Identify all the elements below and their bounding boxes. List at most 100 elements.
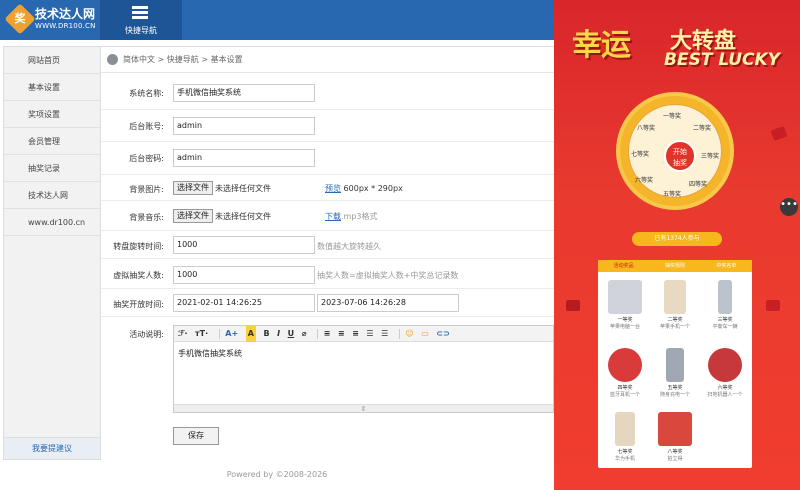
system-name-input[interactable]: 手机微信抽奖系统 bbox=[173, 84, 315, 102]
bg-image-preview-link[interactable]: 预览 bbox=[325, 184, 341, 193]
sidebar-item-records[interactable]: 抽奖记录 bbox=[4, 155, 100, 182]
bg-image-status: 未选择任何文件 bbox=[215, 184, 271, 193]
main-panel: 简体中文 > 快捷导航 > 基本设置 系统名称: 手机微信抽奖系统 后台账号: … bbox=[101, 46, 554, 460]
breadcrumb-text[interactable]: 简体中文 > 快捷导航 > 基本设置 bbox=[123, 55, 243, 64]
gift-icon bbox=[770, 125, 788, 142]
prize-item: 四等奖 蓝牙耳机一个 bbox=[602, 348, 648, 398]
open-time-start-input[interactable]: 2021-02-01 14:26:25 bbox=[173, 294, 315, 312]
bg-music-format-hint: .mp3格式 bbox=[341, 212, 378, 221]
promo-preview: 幸运 大转盘 BEST LUCKY 一等奖 二等奖 三等奖 四等奖 五等奖 六等… bbox=[554, 0, 800, 490]
admin-account-input[interactable]: admin bbox=[173, 117, 315, 135]
bg-image-choose-button[interactable]: 选择文件 bbox=[173, 181, 213, 195]
logo[interactable]: 奖 技术达人网 WWW.DR100.CN bbox=[0, 0, 100, 40]
row-spin-time: 转盘旋转时间: 1000 数值越大旋转越久 bbox=[101, 231, 554, 259]
sidebar-item-members[interactable]: 会员管理 bbox=[4, 128, 100, 155]
wheel-prize-6: 六等奖 bbox=[635, 177, 654, 184]
phone-icon bbox=[615, 412, 635, 446]
gift-icon bbox=[566, 300, 580, 311]
promo-title-lucky: 幸运 bbox=[572, 28, 631, 63]
logo-title: 技术达人网 bbox=[35, 7, 96, 21]
row-bg-image: 背景图片: 选择文件 未选择任何文件 预览 600px * 290px bbox=[101, 175, 554, 201]
bg-music-status: 未选择任何文件 bbox=[215, 212, 271, 221]
align-right-icon[interactable]: ≡ bbox=[352, 326, 359, 342]
row-virtual-count: 虚拟抽奖人数: 1000 抽奖人数=虚拟抽奖人数+中奖总记录数 bbox=[101, 259, 554, 289]
sidebar-item-site[interactable]: 技术达人网 bbox=[4, 182, 100, 209]
align-center-icon[interactable]: ≡ bbox=[338, 326, 345, 342]
tab-prizes[interactable]: 活动奖品 bbox=[598, 260, 649, 272]
virtual-count-input[interactable]: 1000 bbox=[173, 266, 315, 284]
editor-toolbar: ℱ· ᴛT· A+ A B I U ⌀ ≡ ≡ ≡ ☰ ☰ ☺ ▭ ⊂⊃ bbox=[174, 326, 553, 342]
prize-item: 八等奖 拍立得 bbox=[652, 412, 698, 462]
footer: Powered by ©2008-2026 bbox=[226, 470, 328, 479]
ordered-list-icon[interactable]: ☰ bbox=[366, 326, 373, 342]
more-options-button[interactable]: ••• bbox=[780, 198, 798, 216]
logo-mark-text: 奖 bbox=[14, 12, 26, 25]
image-icon[interactable]: ▭ bbox=[421, 326, 429, 342]
prize-wheel[interactable]: 一等奖 二等奖 三等奖 四等奖 五等奖 六等奖 七等奖 八等奖 开始 抽奖 bbox=[616, 92, 734, 210]
camera-icon bbox=[658, 412, 692, 446]
tab-winners[interactable]: 中奖名单 bbox=[701, 260, 752, 272]
admin-password-input[interactable]: admin bbox=[173, 149, 315, 167]
bg-image-hint-group: 预览 600px * 290px bbox=[325, 183, 403, 194]
prize-tabs: 活动奖品 抽奖规则 中奖名单 bbox=[598, 260, 752, 272]
admin-account-label: 后台账号: bbox=[129, 122, 164, 131]
italic-button[interactable]: I bbox=[277, 326, 280, 342]
sidebar-item-basic-settings[interactable]: 基本设置 bbox=[4, 74, 100, 101]
clear-format-icon[interactable]: ⌀ bbox=[302, 326, 307, 342]
wheel-prize-8: 八等奖 bbox=[637, 125, 656, 132]
row-system-name: 系统名称: 手机微信抽奖系统 bbox=[101, 74, 554, 110]
align-left-icon[interactable]: ≡ bbox=[324, 326, 331, 342]
sidebar-item-home[interactable]: 网站首页 bbox=[4, 47, 100, 74]
bg-music-choose-button[interactable]: 选择文件 bbox=[173, 209, 213, 223]
sidebar-item-prize-settings[interactable]: 奖项设置 bbox=[4, 101, 100, 128]
feedback-link[interactable]: 我要提建议 bbox=[4, 437, 100, 459]
tab-rules[interactable]: 抽奖规则 bbox=[649, 260, 700, 272]
spin-time-label: 转盘旋转时间: bbox=[113, 242, 164, 251]
spin-time-input[interactable]: 1000 bbox=[173, 236, 315, 254]
font-family-button[interactable]: ℱ· bbox=[178, 326, 188, 342]
description-label: 活动说明: bbox=[129, 330, 164, 339]
underline-button[interactable]: U bbox=[288, 326, 295, 342]
editor-content[interactable]: 手机微信抽奖系统 bbox=[174, 342, 553, 365]
participants-bar: 已有1374人参与 bbox=[632, 232, 722, 246]
font-size-button[interactable]: ᴛT· bbox=[195, 326, 208, 342]
open-time-end-input[interactable]: 2023-07-06 14:26:28 bbox=[317, 294, 459, 312]
virtual-count-hint: 抽奖人数=虚拟抽奖人数+中奖总记录数 bbox=[317, 271, 459, 280]
prize-item: 五等奖 随身充电一个 bbox=[652, 348, 698, 398]
power-bank-icon bbox=[666, 348, 684, 382]
top-header: 奖 技术达人网 WWW.DR100.CN 快捷导航 bbox=[0, 0, 554, 40]
phone-icon bbox=[664, 280, 686, 314]
bg-music-download-link[interactable]: 下载 bbox=[325, 212, 341, 221]
wheel-prize-3: 三等奖 bbox=[701, 153, 720, 160]
bg-image-label: 背景图片: bbox=[129, 185, 164, 194]
sidebar: 网站首页 基本设置 奖项设置 会员管理 抽奖记录 技术达人网 www.dr100… bbox=[3, 46, 101, 460]
wheel-prize-2: 二等奖 bbox=[693, 125, 712, 132]
unordered-list-icon[interactable]: ☰ bbox=[381, 326, 388, 342]
emoticon-icon[interactable]: ☺ bbox=[405, 326, 413, 342]
prize-item: 二等奖 苹果手机一个 bbox=[652, 280, 698, 330]
save-button[interactable]: 保存 bbox=[173, 427, 219, 445]
gift-icon bbox=[766, 300, 780, 311]
sidebar-item-url[interactable]: www.dr100.cn bbox=[4, 209, 100, 236]
robot-vacuum-icon bbox=[708, 348, 742, 382]
breadcrumb: 简体中文 > 快捷导航 > 基本设置 bbox=[101, 47, 554, 73]
editor-resize-handle[interactable]: ⇕ bbox=[174, 404, 553, 413]
wheel-prize-1: 一等奖 bbox=[663, 113, 682, 120]
open-time-label: 抽奖开放时间: bbox=[113, 300, 164, 309]
row-bg-music: 背景音乐: 选择文件 未选择任何文件 下载.mp3格式 bbox=[101, 201, 554, 231]
start-spin-button[interactable]: 开始 抽奖 bbox=[664, 140, 696, 172]
logo-subtitle: WWW.DR100.CN bbox=[35, 22, 96, 30]
bold-button[interactable]: B bbox=[263, 326, 269, 342]
laptop-icon bbox=[608, 280, 642, 314]
globe-icon bbox=[107, 54, 118, 65]
quick-nav-label: 快捷导航 bbox=[125, 26, 157, 35]
bg-music-hint-group: 下载.mp3格式 bbox=[325, 211, 378, 222]
virtual-count-label: 虚拟抽奖人数: bbox=[113, 271, 164, 280]
quick-nav-button[interactable]: 快捷导航 bbox=[100, 0, 182, 40]
link-icon[interactable]: ⊂⊃ bbox=[436, 326, 449, 342]
scooter-icon bbox=[718, 280, 732, 314]
highlight-button[interactable]: A bbox=[245, 326, 256, 342]
description-editor[interactable]: ℱ· ᴛT· A+ A B I U ⌀ ≡ ≡ ≡ ☰ ☰ ☺ ▭ ⊂⊃ 手机微 bbox=[173, 325, 554, 413]
promo-title-english: BEST LUCKY bbox=[664, 50, 780, 70]
font-color-button[interactable]: A+ bbox=[225, 326, 238, 342]
